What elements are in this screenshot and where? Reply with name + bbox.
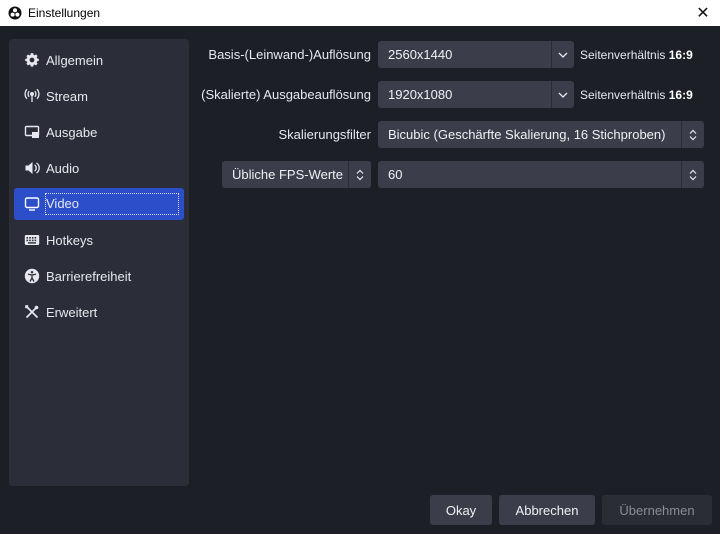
chevron-down-icon[interactable] bbox=[551, 41, 574, 68]
accessibility-icon bbox=[24, 268, 40, 284]
broadcast-icon bbox=[24, 88, 40, 104]
title-bar: Einstellungen ✕ bbox=[0, 0, 720, 26]
close-button[interactable]: ✕ bbox=[686, 0, 720, 26]
output-aspect-ratio: Seitenverhältnis 16:9 bbox=[580, 88, 693, 102]
sidebar-item-ausgabe[interactable]: Ausgabe bbox=[14, 116, 184, 148]
scale-filter-label: Skalierungsfilter bbox=[278, 127, 372, 142]
sidebar-item-erweitert[interactable]: Erweitert bbox=[14, 296, 184, 328]
output-resolution-combo[interactable]: 1920x1080 bbox=[378, 81, 574, 108]
aspect-ratio-prefix: Seitenverhältnis bbox=[580, 48, 666, 62]
aspect-ratio-value: 16:9 bbox=[668, 48, 693, 62]
fps-type-value[interactable]: Übliche FPS-Werte bbox=[222, 167, 348, 182]
chevron-down-icon[interactable] bbox=[551, 81, 574, 108]
speaker-icon bbox=[24, 160, 40, 176]
aspect-ratio-value: 16:9 bbox=[668, 88, 693, 102]
aspect-ratio-prefix: Seitenverhältnis bbox=[580, 88, 666, 102]
fps-value-select[interactable]: 60 bbox=[378, 161, 704, 188]
close-icon[interactable]: ✕ bbox=[696, 3, 709, 23]
sidebar-item-hotkeys[interactable]: Hotkeys bbox=[14, 224, 184, 256]
updown-arrows-icon[interactable] bbox=[348, 161, 371, 188]
sidebar-item-label: Stream bbox=[46, 88, 88, 104]
sidebar-item-allgemein[interactable]: Allgemein bbox=[14, 44, 184, 76]
sidebar-item-barrierefreiheit[interactable]: Barrierefreiheit bbox=[14, 260, 184, 292]
sidebar-item-label: Hotkeys bbox=[46, 232, 93, 248]
sidebar-item-label: Audio bbox=[46, 160, 80, 176]
scale-filter-value[interactable]: Bicubic (Geschärfte Skalierung, 16 Stich… bbox=[378, 127, 681, 142]
cancel-button[interactable]: Abbrechen bbox=[499, 495, 595, 525]
base-resolution-value[interactable]: 2560x1440 bbox=[378, 47, 551, 62]
sidebar-item-label: Erweitert bbox=[46, 304, 98, 320]
updown-arrows-icon[interactable] bbox=[681, 161, 704, 188]
fps-type-select[interactable]: Übliche FPS-Werte bbox=[222, 161, 371, 188]
sidebar-item-video[interactable]: Video bbox=[14, 188, 184, 220]
settings-sidebar: Allgemein Stream Ausgabe Audio Video Hot… bbox=[9, 39, 189, 486]
scale-filter-select[interactable]: Bicubic (Geschärfte Skalierung, 16 Stich… bbox=[378, 121, 704, 148]
sidebar-item-audio[interactable]: Audio bbox=[14, 152, 184, 184]
sidebar-item-label: Allgemein bbox=[46, 52, 104, 68]
tools-icon bbox=[24, 304, 40, 320]
updown-arrows-icon[interactable] bbox=[681, 121, 704, 148]
gear-icon bbox=[24, 52, 40, 68]
output-resolution-label: (Skalierte) Ausgabeauflösung bbox=[201, 87, 371, 102]
base-aspect-ratio: Seitenverhältnis 16:9 bbox=[580, 48, 693, 62]
monitor-icon bbox=[24, 196, 40, 212]
output-icon bbox=[24, 124, 40, 140]
okay-button[interactable]: Okay bbox=[430, 495, 492, 525]
keyboard-icon bbox=[24, 232, 40, 248]
base-resolution-combo[interactable]: 2560x1440 bbox=[378, 41, 574, 68]
sidebar-item-stream[interactable]: Stream bbox=[14, 80, 184, 112]
sidebar-item-label: Barrierefreiheit bbox=[46, 268, 132, 284]
apply-button[interactable]: Übernehmen bbox=[602, 495, 712, 525]
window-title: Einstellungen bbox=[28, 6, 101, 20]
base-resolution-label: Basis-(Leinwand-)Auflösung bbox=[208, 47, 371, 62]
fps-value[interactable]: 60 bbox=[378, 167, 681, 182]
output-resolution-value[interactable]: 1920x1080 bbox=[378, 87, 551, 102]
obs-logo-icon bbox=[8, 6, 22, 20]
sidebar-item-label: Ausgabe bbox=[46, 124, 98, 140]
sidebar-item-label: Video bbox=[45, 193, 179, 215]
